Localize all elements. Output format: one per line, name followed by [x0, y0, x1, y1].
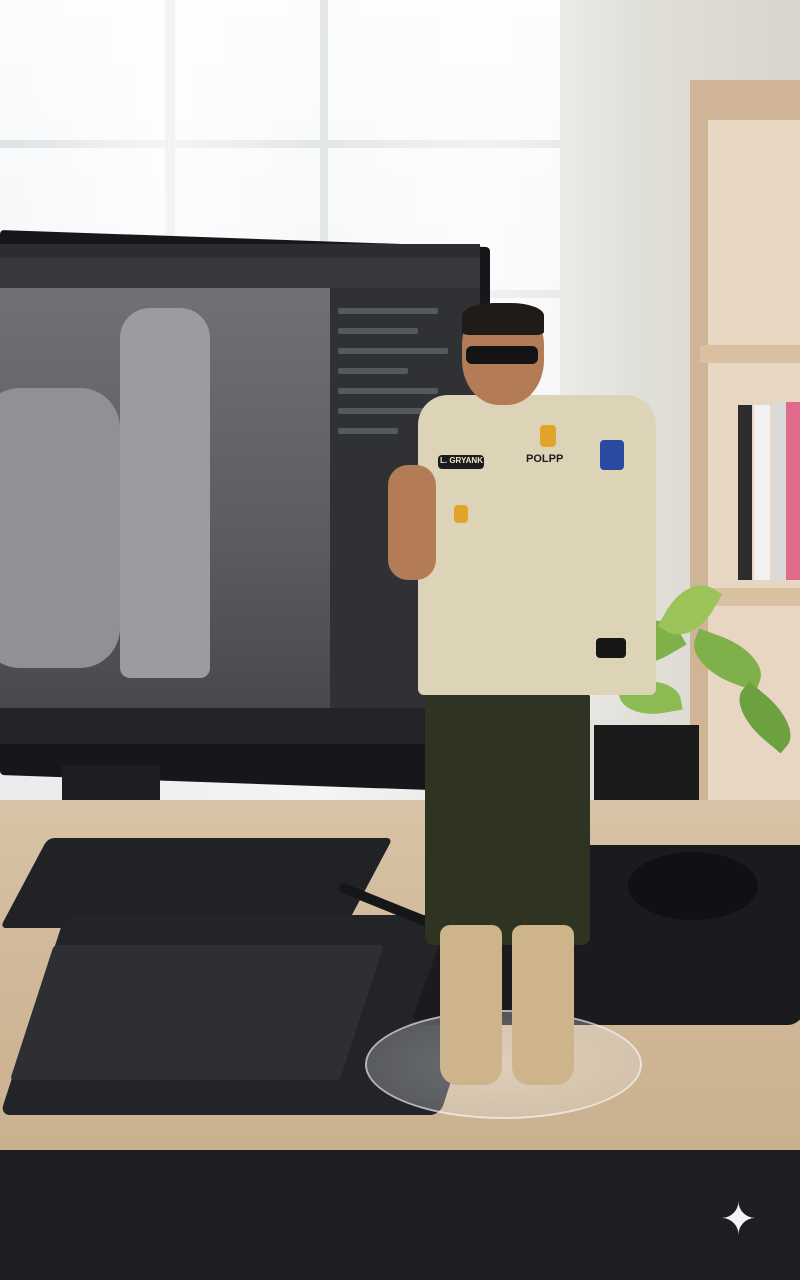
- app-menubar: [0, 244, 480, 258]
- 3d-model-figure: [120, 308, 210, 678]
- drawing-tablet-surface: [10, 945, 384, 1080]
- pocket-patch: [454, 505, 468, 523]
- computer-mouse: [628, 852, 758, 920]
- shelf-board: [700, 345, 800, 363]
- figure-boot-right: [512, 925, 574, 1085]
- name-tag: L. GRYANK: [440, 456, 483, 465]
- 3d-model-motorcycle: [0, 388, 120, 668]
- sunglasses: [466, 346, 538, 364]
- wristwatch: [596, 638, 626, 658]
- desk-shadow: [0, 1150, 800, 1280]
- sparkle-icon: ✦: [720, 1194, 757, 1245]
- app-timeline: [0, 708, 480, 744]
- figure-hair: [462, 303, 544, 335]
- shoulder-patch: [600, 440, 624, 470]
- app-toolbar: [0, 258, 480, 288]
- figure-pants: [425, 690, 590, 945]
- chest-label: POLPP: [526, 453, 564, 465]
- 3d-viewport: [0, 288, 330, 708]
- acrylic-base: [365, 1010, 642, 1119]
- figure-boot-left: [440, 925, 502, 1085]
- badge-emblem: [540, 425, 556, 447]
- figure-arm-left: [388, 465, 436, 580]
